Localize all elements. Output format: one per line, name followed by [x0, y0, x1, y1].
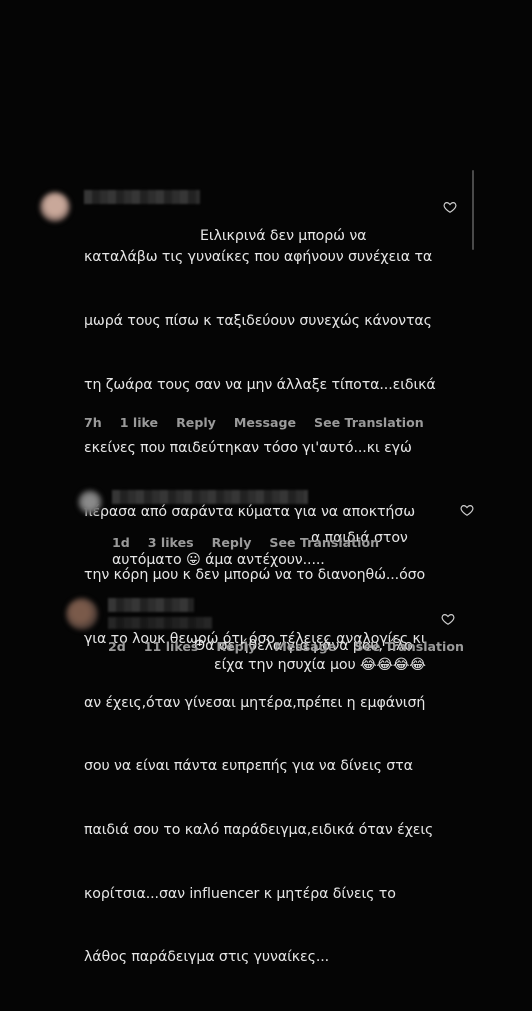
message-button[interactable]: Message [234, 415, 296, 430]
avatar[interactable] [66, 598, 98, 630]
username-redacted[interactable] [112, 490, 308, 504]
comment-line: είχα την ησυχία μου 😂😂😂😂 [214, 657, 426, 674]
see-translation-button[interactable]: See Translation [314, 415, 424, 430]
username-redacted[interactable] [84, 190, 200, 204]
comment-meta: 7h 1 like Reply Message See Translation [84, 415, 424, 430]
see-translation-button[interactable]: See Translation [354, 639, 464, 654]
heart-outline-icon[interactable] [441, 612, 455, 626]
reply-button[interactable]: Reply [176, 415, 216, 430]
comment-line: καταλάβω τις γυναίκες που αφήνουν συνέχε… [84, 249, 433, 266]
scrollbar[interactable] [472, 170, 474, 250]
timestamp: 1d [112, 535, 130, 550]
reply-button[interactable]: Reply [216, 639, 256, 654]
heart-outline-icon[interactable] [460, 503, 474, 517]
see-translation-button[interactable]: See Translation [269, 535, 379, 550]
comment-text-body: είχα την ησυχία μου 😂😂😂😂 [214, 613, 426, 719]
avatar[interactable] [40, 192, 70, 222]
avatar[interactable] [78, 490, 102, 514]
comment-line: μωρά τους πίσω κ ταξιδεύουν συνεχώς κάνο… [84, 313, 432, 330]
likes-count[interactable]: 11 likes [144, 639, 199, 654]
comment-line: λάθος παράδειγμα στις γυναίκες... [84, 949, 330, 966]
comment-line: αυτόματο 😛 άμα αντέχουν..... [112, 552, 325, 569]
timestamp: 7h [84, 415, 102, 430]
likes-count[interactable]: 1 like [120, 415, 158, 430]
message-button[interactable]: Message [274, 639, 336, 654]
comment-line: κορίτσια...σαν influencer κ μητέρα δίνει… [84, 885, 396, 902]
comment-meta: 2d 11 likes Reply Message See Translatio… [108, 639, 464, 654]
username-redacted[interactable] [108, 598, 194, 612]
comment-line: σου να είναι πάντα ευπρεπής για να δίνει… [84, 758, 413, 775]
reply-button[interactable]: Reply [212, 535, 252, 550]
timestamp: 2d [108, 639, 126, 654]
heart-outline-icon[interactable] [443, 200, 457, 214]
likes-count[interactable]: 3 likes [148, 535, 194, 550]
comment-line: παιδιά σου το καλό παράδειγμα,ειδικά ότα… [84, 821, 434, 838]
comment-line: εκείνες που παιδεύτηκαν τόσο γι'αυτό...κ… [84, 440, 412, 457]
comment-meta: 1d 3 likes Reply See Translation [112, 535, 379, 550]
comment-line: τη ζωάρα τους σαν να μην άλλαξε τίποτα..… [84, 376, 436, 393]
